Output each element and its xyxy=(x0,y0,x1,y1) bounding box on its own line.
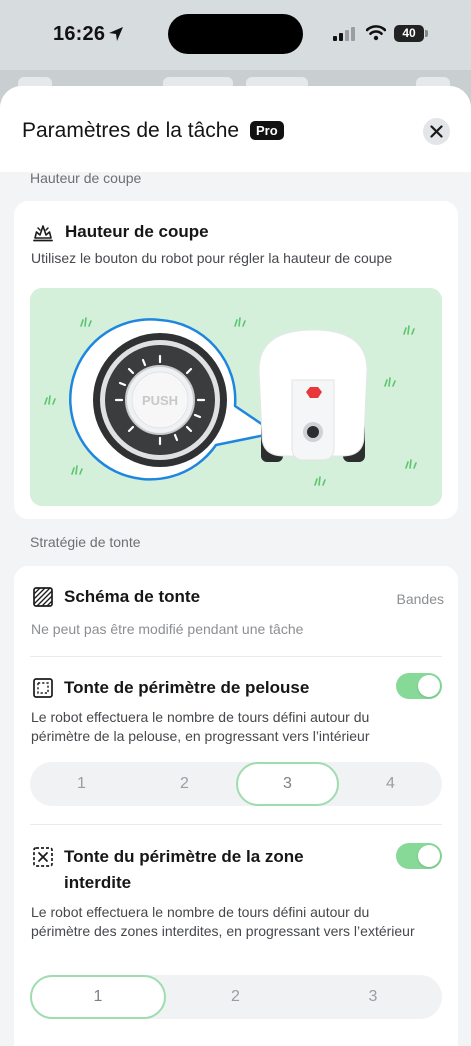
lawn-perimeter-description: Le robot effectuera le nombre de tours d… xyxy=(31,709,370,744)
cutting-height-title: Hauteur de coupe xyxy=(65,222,209,241)
mowing-pattern-value: Bandes xyxy=(396,591,444,607)
nogo-perimeter-description: Le robot effectuera le nombre de tours d… xyxy=(31,904,415,939)
wifi-icon xyxy=(366,25,386,41)
section-label-mowing-strategy: Stratégie de tonte xyxy=(30,534,141,550)
robot-knob-illustration: PUSH xyxy=(44,317,417,486)
nogo-perimeter-title-line2: interdite xyxy=(64,873,132,892)
mowing-strategy-card: Schéma de tonte Bandes Ne peut pas être … xyxy=(14,566,458,1046)
cutting-height-card: Hauteur de coupe Utilisez le bouton du r… xyxy=(14,201,458,519)
laps-option-selected[interactable]: 1 xyxy=(30,975,166,1019)
section-label-cutting-height: Hauteur de coupe xyxy=(30,170,142,186)
lawn-perimeter-toggle[interactable] xyxy=(396,673,442,699)
mowing-pattern-title: Schéma de tonte xyxy=(64,587,201,606)
close-icon xyxy=(430,125,443,138)
push-label: PUSH xyxy=(142,393,178,408)
grass-height-icon xyxy=(33,225,53,242)
cutting-height-illustration: PUSH xyxy=(30,288,442,506)
lawn-perimeter-title: Tonte de périmètre de pelouse xyxy=(64,678,310,697)
lawn-perimeter-icon xyxy=(33,678,53,698)
pro-badge: Pro xyxy=(250,121,284,140)
nogo-zone-perimeter-icon xyxy=(33,847,53,867)
toggle-knob xyxy=(418,845,440,867)
cellular-signal-icon xyxy=(333,27,355,41)
nogo-perimeter-toggle[interactable] xyxy=(396,843,442,869)
mowing-pattern-note: Ne peut pas être modifié pendant une tâc… xyxy=(31,621,304,637)
task-settings-sheet: Paramètres de la tâche Pro Hauteur de co… xyxy=(0,86,471,1046)
dynamic-island xyxy=(168,14,303,54)
laps-option[interactable]: 2 xyxy=(133,762,236,806)
status-bar: 16:26 40 xyxy=(0,0,471,95)
close-button[interactable] xyxy=(423,118,450,145)
location-arrow-icon xyxy=(109,27,123,41)
divider xyxy=(30,656,442,657)
battery-icon: 40 xyxy=(394,25,424,42)
cutting-height-description: Utilisez le bouton du robot pour régler … xyxy=(31,250,393,266)
laps-option[interactable]: 2 xyxy=(167,975,304,1019)
sheet-title: Paramètres de la tâche xyxy=(22,119,240,142)
laps-option[interactable]: 3 xyxy=(304,975,442,1019)
sheet-header: Paramètres de la tâche Pro xyxy=(0,86,471,172)
battery-cap xyxy=(425,30,428,37)
nogo-perimeter-laps-selector: 1 2 3 xyxy=(30,975,442,1019)
lawn-perimeter-laps-selector: 1 2 3 4 xyxy=(30,762,442,806)
laps-option[interactable]: 1 xyxy=(30,762,133,806)
stripes-pattern-icon xyxy=(33,587,53,607)
laps-option[interactable]: 4 xyxy=(339,762,442,806)
nogo-perimeter-title-line1: Tonte du périmètre de la zone xyxy=(64,847,304,866)
divider xyxy=(30,824,442,825)
status-time: 16:26 xyxy=(53,23,106,45)
laps-option-selected[interactable]: 3 xyxy=(236,762,339,806)
toggle-knob xyxy=(418,675,440,697)
